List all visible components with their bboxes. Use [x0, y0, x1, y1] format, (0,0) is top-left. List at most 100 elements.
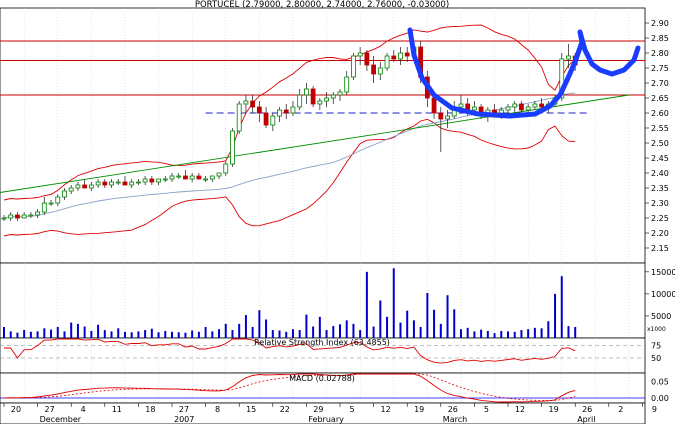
price-tick-label: 2.80 — [651, 49, 669, 58]
candle-body — [82, 184, 88, 189]
candle-body — [203, 178, 209, 181]
volume-bar — [63, 331, 66, 338]
volume-bar — [271, 330, 274, 338]
chart-root: 2.90 2.85 2.80 2.75 2.70 2.65 2.60 2.55 2.50 2.45… — [0, 0, 675, 424]
chart-title: PORTUCEL (2.79000, 2.80000, 2.74000, 2.7… — [195, 0, 449, 10]
candle-body — [55, 196, 61, 204]
candle-body — [324, 97, 329, 102]
candle-body — [431, 97, 437, 114]
price-tick-label: 2.75 — [651, 64, 669, 73]
volume-bar — [231, 330, 234, 338]
candle-body — [196, 175, 202, 180]
volume-bar — [144, 330, 147, 338]
volume-bar — [191, 330, 194, 338]
volume-bar — [298, 330, 301, 338]
candle-body — [404, 52, 410, 57]
price-panel-frame — [0, 7, 646, 264]
candle-body — [398, 52, 403, 60]
date-tick-label: 5 — [349, 405, 354, 414]
rsi-title: Relative Strength Index (63.4855) — [254, 338, 390, 347]
volume-bar — [500, 330, 503, 338]
date-tick-label: 12 — [381, 405, 391, 414]
volume-bar — [359, 330, 362, 338]
volume-bar — [547, 321, 550, 338]
macd-tick-label: 0.00 — [651, 394, 669, 403]
candle-body — [277, 109, 282, 117]
date-tick-label: 19 — [414, 405, 424, 414]
price-tick-label: 2.65 — [651, 94, 669, 103]
candle-body — [1, 217, 7, 220]
volume-bar — [392, 268, 395, 338]
macd-tick-label: 0.05 — [651, 377, 669, 386]
candle-body — [505, 106, 511, 111]
candle-body — [122, 181, 128, 186]
candle-body — [290, 106, 296, 114]
volume-bar — [171, 331, 173, 338]
price-tick-label: 2.70 — [651, 79, 669, 88]
candle-body — [109, 181, 114, 186]
candle-body — [317, 100, 323, 105]
price-tick-label: 2.35 — [651, 184, 669, 193]
volume-bar — [560, 276, 563, 338]
volume-bar — [211, 331, 214, 338]
date-tick-label: 29 — [313, 405, 323, 414]
candle-body — [250, 100, 256, 108]
price-tick-label: 2.90 — [651, 19, 669, 28]
volume-bar — [258, 310, 261, 338]
candle-body — [156, 178, 161, 183]
volume-bar — [439, 323, 442, 338]
price-tick-label: 2.15 — [651, 244, 669, 253]
macd-title: MACD (0.02788) — [289, 374, 355, 383]
volume-unit-label: x1000 — [647, 326, 666, 333]
month-label: March — [443, 415, 467, 424]
volume-bar — [527, 329, 530, 338]
volume-bar — [123, 331, 126, 338]
volume-bar — [399, 322, 402, 338]
volume-bar — [278, 330, 281, 338]
volume-bar — [218, 329, 221, 338]
volume-bar — [238, 323, 241, 338]
candle-body — [391, 55, 397, 60]
candle-body — [162, 178, 168, 181]
candle-body — [88, 184, 94, 189]
date-tick-label: 8 — [215, 405, 220, 414]
price-tick-label: 2.25 — [651, 214, 669, 223]
price-tick-label: 2.45 — [651, 154, 669, 163]
volume-bar — [90, 330, 93, 338]
volume-bar — [520, 330, 523, 338]
volume-bar — [117, 328, 120, 338]
volume-bar — [352, 323, 355, 338]
month-label: December — [40, 415, 82, 424]
candle-body — [189, 175, 195, 180]
volume-bar — [473, 331, 476, 338]
volume-bar — [97, 324, 100, 338]
candle-body — [95, 181, 101, 186]
volume-bar — [251, 326, 254, 338]
volume-bar — [23, 330, 26, 338]
candle-body — [129, 181, 135, 186]
candle-body — [102, 181, 108, 186]
volume-bar — [130, 332, 133, 338]
date-tick-label: 5 — [484, 405, 489, 414]
price-tick-label: 2.40 — [651, 169, 669, 178]
volume-bar — [83, 326, 86, 338]
volume-bar — [386, 316, 389, 338]
date-tick-label: 22 — [280, 405, 290, 414]
date-tick-label: 27 — [45, 405, 55, 414]
volume-bar — [567, 326, 570, 338]
candle-body — [15, 214, 20, 219]
volume-bar — [9, 331, 12, 338]
volume-bar — [56, 326, 59, 338]
volume-bar — [365, 271, 368, 338]
volume-bar — [318, 316, 321, 338]
volume-bar — [486, 330, 489, 338]
volume-bar — [480, 329, 483, 338]
candle-body — [263, 112, 269, 126]
candle-body — [28, 214, 34, 217]
date-tick-label: 4 — [81, 405, 86, 414]
candle-body — [149, 178, 155, 183]
volume-bar — [177, 332, 180, 338]
volume-bar — [554, 293, 557, 338]
volume-bar — [332, 326, 335, 338]
candle-body — [135, 181, 141, 184]
